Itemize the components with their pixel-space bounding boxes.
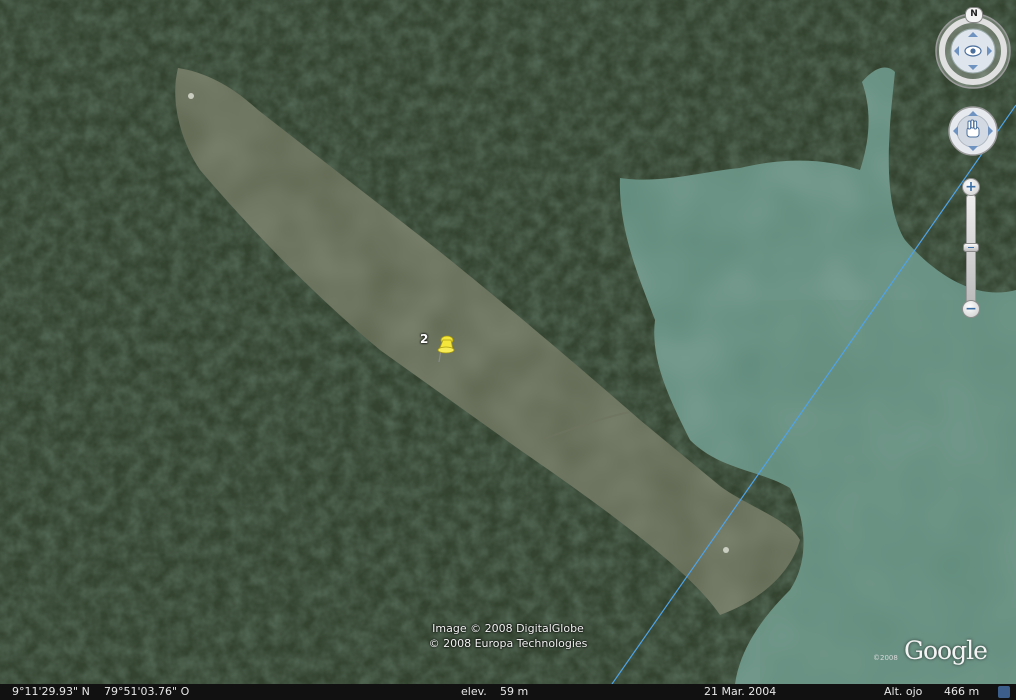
google-logo: Google	[904, 636, 988, 665]
zoom-in-button[interactable]: +	[962, 178, 980, 196]
status-bar: 9°11'29.93" N 79°51'03.76" O elev. 59 m …	[0, 684, 1016, 700]
landmark-spot	[188, 93, 194, 99]
move-control[interactable]	[947, 105, 999, 157]
data-attribution: © 2008 Europa Technologies	[428, 637, 588, 650]
logo-copyright: ©2008	[873, 654, 898, 662]
zoom-slider-handle[interactable]	[963, 243, 979, 252]
imagery-date: 21 Mar. 2004	[704, 685, 777, 698]
placemark-label[interactable]: 2	[420, 332, 428, 346]
eye-altitude-label: Alt. ojo	[884, 685, 923, 698]
latitude-readout: 9°11'29.93" N	[12, 685, 90, 698]
landmark-spot	[723, 547, 729, 553]
satellite-imagery[interactable]	[0, 0, 1016, 684]
satellite-map[interactable]: 2 Image © 2008 DigitalGlobe © 2008 Europ…	[0, 0, 1016, 684]
elevation-value: 59 m	[500, 685, 529, 698]
eye-altitude-value: 466 m	[944, 685, 980, 698]
eye-icon	[964, 45, 982, 57]
elevation-label: elev.	[461, 685, 487, 698]
north-indicator[interactable]: N	[965, 7, 983, 23]
longitude-readout: 79°51'03.76" O	[104, 685, 190, 698]
streaming-indicator-icon	[998, 686, 1010, 698]
zoom-out-button[interactable]: −	[962, 300, 980, 318]
imagery-attribution: Image © 2008 DigitalGlobe	[432, 622, 584, 635]
